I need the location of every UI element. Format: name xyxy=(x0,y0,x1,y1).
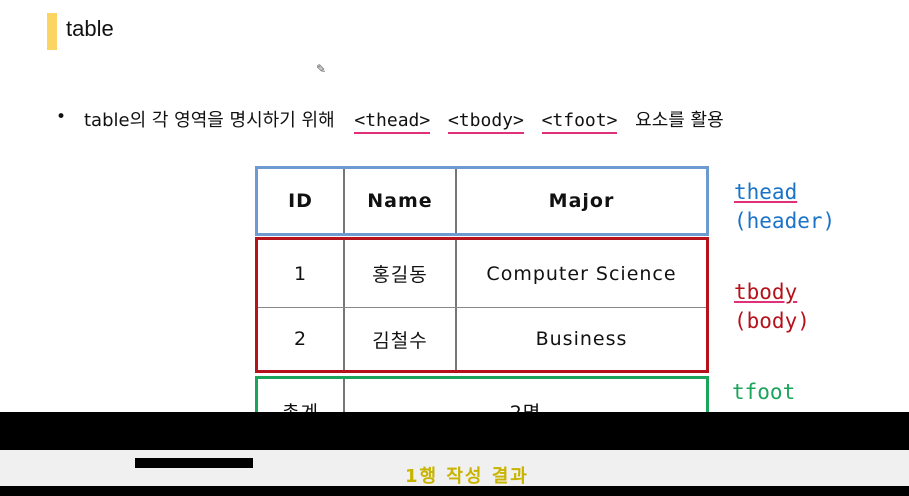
bullet-text: table의 각 영역을 명시하기 위해 xyxy=(84,110,335,131)
glitch-band xyxy=(0,412,909,450)
thead-label-title: thead xyxy=(734,180,798,204)
tbody-label-sub: (body) xyxy=(734,309,810,333)
tag-thead: <thead> xyxy=(354,110,431,134)
slide-title: table xyxy=(66,16,114,41)
cell-major: Computer Science xyxy=(486,262,677,285)
cell-major: Business xyxy=(535,328,628,350)
glitch-block xyxy=(135,458,253,468)
tfoot-label: tfoot xyxy=(732,380,796,404)
bullet-icon: • xyxy=(56,107,67,127)
header-major: Major xyxy=(548,190,615,212)
tag-tfoot: <tfoot> xyxy=(541,110,618,134)
thead-group: ID Name Major xyxy=(255,166,709,236)
cell-name: 홍길동 xyxy=(345,240,457,307)
cell-id: 1 xyxy=(258,240,345,307)
header-name: Name xyxy=(345,169,457,233)
thead-label: thead (header) xyxy=(734,178,835,236)
cell-id: 2 xyxy=(258,308,345,370)
glitch-band-bottom xyxy=(0,486,909,496)
tbody-label-title: tbody xyxy=(734,280,798,304)
bullet-line: table의 각 영역을 명시하기 위해 <thead> <tbody> <tf… xyxy=(84,106,724,134)
cell-name: 김철수 xyxy=(345,308,457,370)
bottom-caption: 1행 작성 결과 xyxy=(405,466,529,487)
title-accent-bar xyxy=(47,13,57,50)
tbody-label: tbody (body) xyxy=(734,278,810,336)
thead-label-sub: (header) xyxy=(734,209,836,233)
bullet-suffix: 요소를 활용 xyxy=(635,110,724,131)
header-id: ID xyxy=(258,169,345,233)
pen-cursor-icon: ✎ xyxy=(316,62,327,76)
tag-tbody: <tbody> xyxy=(447,110,524,134)
tbody-group: 1 홍길동 Computer Science 2 김철수 Business xyxy=(255,237,709,373)
